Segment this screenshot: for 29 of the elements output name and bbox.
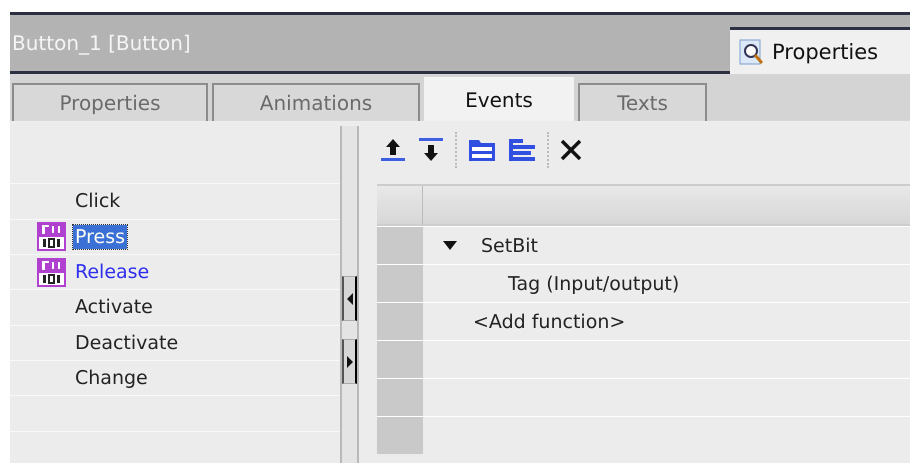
expanded-arrow-icon[interactable] (443, 240, 457, 250)
event-item[interactable]: Release (73, 260, 152, 284)
folder-icon[interactable] (467, 137, 497, 163)
inspector-tab-label: Properties (772, 40, 878, 64)
function-block-icon (36, 221, 67, 252)
move-down-icon[interactable] (417, 137, 445, 163)
event-item[interactable]: Deactivate (73, 330, 180, 355)
event-item[interactable]: Change (73, 366, 150, 390)
tab[interactable]: Animations (212, 83, 420, 121)
tab[interactable]: Texts (578, 83, 707, 121)
tab[interactable]: Events (424, 77, 574, 121)
event-item[interactable]: Click (73, 189, 122, 214)
function-name[interactable]: SetBit (467, 234, 538, 256)
inspector-tab[interactable]: Properties (730, 27, 910, 74)
function-parameter[interactable]: Tag (Input/output) (508, 272, 680, 294)
expand-right-button[interactable] (342, 339, 357, 384)
delete-icon[interactable] (559, 138, 583, 162)
event-item[interactable]: Activate (73, 295, 155, 320)
collapse-left-button[interactable] (342, 276, 357, 321)
magnifier-document-icon (738, 38, 766, 66)
add-function-item[interactable]: <Add function> (473, 310, 626, 332)
move-up-icon[interactable] (379, 137, 407, 163)
tab[interactable]: Properties (12, 83, 208, 121)
function-block-icon (36, 256, 67, 288)
list-icon[interactable] (507, 137, 537, 163)
right-arrow-icon (346, 356, 352, 368)
window-title: Button_1 [Button] (11, 31, 191, 55)
left-arrow-icon (346, 292, 352, 304)
event-item[interactable]: Press (73, 224, 128, 249)
